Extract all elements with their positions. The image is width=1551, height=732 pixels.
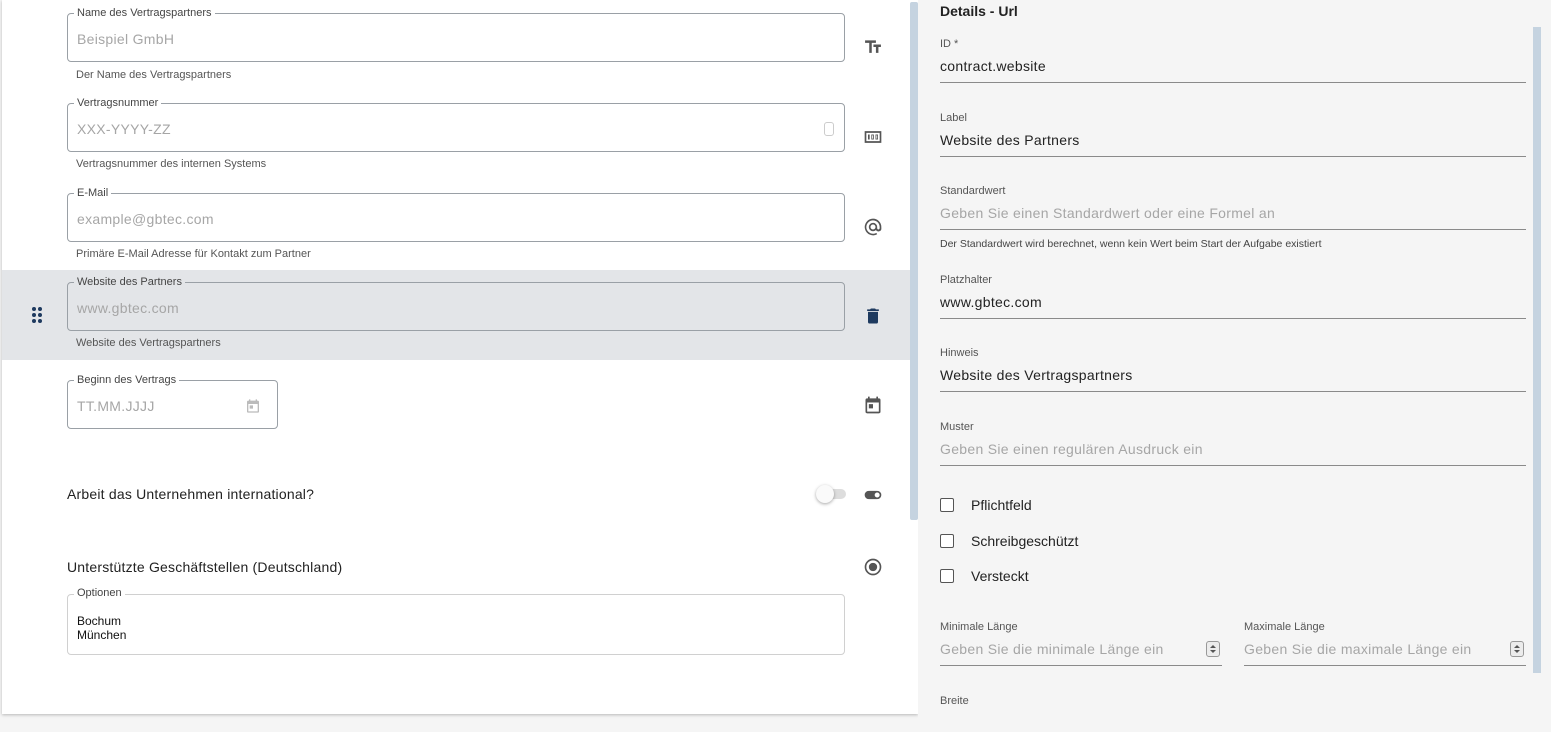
- partner-name-field[interactable]: Name des Vertragspartners Beispiel GmbH: [67, 6, 845, 62]
- form-canvas: Name des Vertragspartners Beispiel GmbH …: [2, 0, 918, 714]
- selected-field-row[interactable]: Website des Partners www.gbtec.com Websi…: [2, 270, 910, 360]
- field-placeholder: Beispiel GmbH: [77, 31, 175, 47]
- details-title: Details - Url: [940, 3, 1018, 19]
- field-label: Minimale Länge: [940, 621, 1018, 633]
- radio-button-icon: [862, 556, 884, 578]
- hidden-checkbox[interactable]: Versteckt: [940, 568, 1029, 584]
- number-icon: [862, 126, 884, 148]
- at-icon: [862, 216, 884, 238]
- checkbox-box[interactable]: [940, 498, 954, 512]
- field-label: Hinweis: [940, 347, 979, 359]
- delete-icon[interactable]: [862, 305, 884, 327]
- field-legend: Beginn des Vertrags: [74, 373, 180, 387]
- id-field[interactable]: ID * contract.website: [940, 38, 1526, 83]
- field-label: ID *: [940, 38, 959, 50]
- checkbox-label: Pflichtfeld: [971, 497, 1032, 513]
- label-field[interactable]: Label Website des Partners: [940, 112, 1526, 157]
- toggle-question-label: Arbeit das Unternehmen international?: [67, 486, 315, 502]
- width-field[interactable]: Breite: [940, 695, 1526, 709]
- field-placeholder: Geben Sie einen Standardwert oder eine F…: [940, 205, 1276, 221]
- contract-start-date-field[interactable]: Beginn des Vertrags TT.MM.JJJJ: [67, 373, 278, 429]
- min-length-stepper[interactable]: [1206, 641, 1220, 657]
- checkbox-box[interactable]: [940, 569, 954, 583]
- left-scrollbar[interactable]: [910, 2, 918, 520]
- option-item: Bochum: [77, 614, 122, 628]
- field-hint: Website des Vertragspartners: [76, 337, 221, 349]
- contract-number-field[interactable]: Vertragsnummer XXX-YYYY-ZZ: [67, 96, 845, 152]
- field-placeholder: TT.MM.JJJJ: [77, 398, 155, 414]
- calendar-icon: [862, 394, 884, 416]
- email-field[interactable]: E-Mail example@gbtec.com: [67, 186, 845, 242]
- field-placeholder: XXX-YYYY-ZZ: [77, 121, 171, 137]
- drag-handle-icon[interactable]: [32, 307, 44, 325]
- field-label: Breite: [940, 695, 969, 707]
- checkbox-box[interactable]: [940, 534, 954, 548]
- field-label: Label: [940, 112, 967, 124]
- field-placeholder: www.gbtec.com: [77, 300, 179, 316]
- max-length-field[interactable]: Maximale Länge Geben Sie die maximale Lä…: [1244, 621, 1526, 666]
- required-checkbox[interactable]: Pflichtfeld: [940, 497, 1032, 513]
- website-field[interactable]: Website des Partners www.gbtec.com: [67, 275, 845, 331]
- details-panel: Details - Url ID * contract.website Labe…: [918, 0, 1551, 732]
- international-toggle[interactable]: [816, 485, 846, 503]
- field-hint: Primäre E-Mail Adresse für Kontakt zum P…: [76, 248, 311, 260]
- field-hint: Der Standardwert wird berechnet, wenn ke…: [940, 238, 1322, 250]
- options-field[interactable]: Optionen Bochum München: [67, 587, 845, 655]
- field-value: contract.website: [940, 58, 1046, 74]
- number-stepper[interactable]: [824, 122, 834, 136]
- checkbox-label: Schreibgeschützt: [971, 533, 1079, 549]
- field-placeholder: Geben Sie die minimale Länge ein: [940, 641, 1164, 657]
- pattern-field[interactable]: Muster Geben Sie einen regulären Ausdruc…: [940, 421, 1526, 466]
- field-legend: E-Mail: [74, 186, 112, 200]
- toggle-icon: [862, 484, 884, 506]
- field-legend: Vertragsnummer: [74, 96, 162, 110]
- field-label: Standardwert: [940, 185, 1006, 197]
- max-length-stepper[interactable]: [1510, 641, 1524, 657]
- radio-group-title: Unterstützte Geschäftstellen (Deutschlan…: [67, 559, 343, 575]
- field-label: Muster: [940, 421, 974, 433]
- checkbox-label: Versteckt: [971, 568, 1029, 584]
- field-placeholder: Geben Sie einen regulären Ausdruck ein: [940, 441, 1203, 457]
- field-legend: Website des Partners: [74, 275, 185, 289]
- field-legend: Name des Vertragspartners: [74, 6, 215, 20]
- calendar-picker-icon[interactable]: [245, 398, 261, 414]
- field-value: Website des Vertragspartners: [940, 367, 1133, 383]
- field-placeholder: Geben Sie die maximale Länge ein: [1244, 641, 1472, 657]
- field-label: Maximale Länge: [1244, 621, 1325, 633]
- field-label: Platzhalter: [940, 274, 992, 286]
- field-hint: Vertragsnummer des internen Systems: [76, 158, 267, 170]
- placeholder-field[interactable]: Platzhalter www.gbtec.com: [940, 274, 1526, 319]
- option-item: München: [77, 628, 127, 642]
- right-scrollbar[interactable]: [1533, 27, 1541, 673]
- default-value-field[interactable]: Standardwert Geben Sie einen Standardwer…: [940, 185, 1526, 250]
- hint-field[interactable]: Hinweis Website des Vertragspartners: [940, 347, 1526, 392]
- field-value: Website des Partners: [940, 132, 1080, 148]
- field-value: www.gbtec.com: [940, 294, 1042, 310]
- text-fields-icon: [862, 36, 884, 58]
- min-length-field[interactable]: Minimale Länge Geben Sie die minimale Lä…: [940, 621, 1222, 666]
- readonly-checkbox[interactable]: Schreibgeschützt: [940, 533, 1078, 549]
- field-placeholder: example@gbtec.com: [77, 211, 214, 227]
- field-hint: Der Name des Vertragspartners: [76, 69, 232, 81]
- options-legend: Optionen: [74, 587, 125, 599]
